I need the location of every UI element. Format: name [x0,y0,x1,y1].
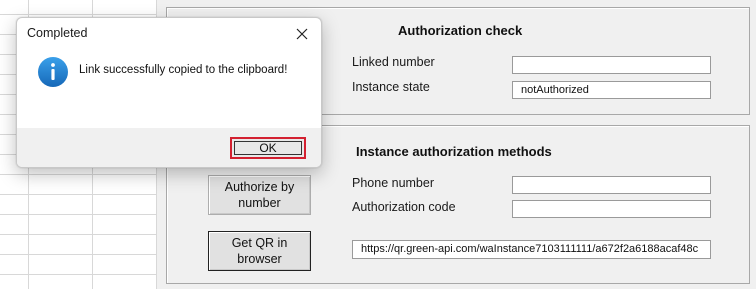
linked-number-label: Linked number [352,55,435,69]
instance-state-label: Instance state [352,80,430,94]
authorization-methods-title: Instance authorization methods [356,144,552,159]
close-icon[interactable] [291,23,313,45]
instance-state-field[interactable]: notAuthorized [512,81,711,99]
completed-dialog: Completed Link successfully copied to th… [16,17,322,168]
ok-button[interactable]: OK [230,137,306,159]
info-icon [37,56,69,88]
dialog-message: Link successfully copied to the clipboar… [79,64,288,76]
authorization-code-label: Authorization code [352,200,456,214]
linked-number-field[interactable] [512,56,711,74]
authorize-by-number-button[interactable]: Authorize by number [208,175,311,215]
authorization-check-title: Authorization check [398,23,523,38]
get-qr-in-browser-button[interactable]: Get QR in browser [208,231,311,271]
phone-number-label: Phone number [352,176,435,190]
dialog-title: Completed [27,26,88,40]
qr-link-field[interactable]: https://qr.green-api.com/waInstance71031… [352,240,711,259]
authorization-code-field[interactable] [512,200,711,218]
ok-button-label: OK [259,141,277,155]
phone-number-field[interactable] [512,176,711,194]
